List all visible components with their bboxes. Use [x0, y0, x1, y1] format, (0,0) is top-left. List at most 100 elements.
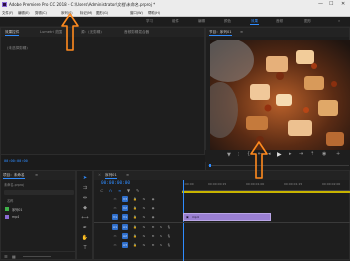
- list-view-icon[interactable]: ☰: [4, 254, 8, 259]
- lock-icon[interactable]: 🔒: [132, 242, 138, 248]
- eye-icon[interactable]: ◉: [150, 196, 156, 202]
- sync-lock-icon[interactable]: ⇆: [141, 242, 147, 248]
- menu-help[interactable]: 帮助(H): [148, 9, 160, 17]
- tab-sequence[interactable]: 序列01: [105, 171, 117, 180]
- icon-view-icon[interactable]: ▦: [12, 254, 16, 259]
- mute-icon[interactable]: M: [150, 224, 156, 230]
- workspace-overflow-button[interactable]: »: [338, 17, 340, 26]
- program-playhead[interactable]: [209, 164, 211, 167]
- close-button[interactable]: ✕: [341, 0, 345, 9]
- step-forward-icon[interactable]: ▸: [289, 151, 292, 157]
- mute-icon[interactable]: M: [150, 242, 156, 248]
- lock-icon[interactable]: 🔒: [132, 214, 138, 220]
- menu-graphics[interactable]: 图形(G): [96, 9, 108, 17]
- add-marker-icon[interactable]: ▼: [127, 188, 130, 193]
- tab-lumetri-scopes[interactable]: Lumetri 范围: [40, 28, 62, 37]
- track-toggle-button[interactable]: ▭: [112, 242, 118, 248]
- mic-icon[interactable]: 🎙: [166, 233, 172, 239]
- slip-tool-icon[interactable]: ⟷: [81, 214, 89, 222]
- pen-tool-icon[interactable]: ✒: [81, 224, 89, 232]
- eye-icon[interactable]: ◉: [150, 205, 156, 211]
- track-toggle-button[interactable]: ▭: [112, 205, 118, 211]
- workspace-effects[interactable]: 效果: [250, 17, 259, 26]
- workspace-audio[interactable]: 音频: [276, 17, 283, 26]
- project-panel-menu-button[interactable]: ≡: [35, 171, 38, 180]
- track-select-tool-icon[interactable]: ⇉: [81, 184, 89, 192]
- list-item[interactable]: mp4: [1, 213, 77, 221]
- snap-icon[interactable]: ∩: [109, 188, 112, 193]
- sync-lock-icon[interactable]: ⇆: [141, 214, 147, 220]
- timeline-menu-button[interactable]: ≡: [126, 171, 129, 180]
- workspace-graphics[interactable]: 图形: [304, 17, 311, 26]
- menu-file[interactable]: 文件(F): [2, 9, 13, 17]
- lock-icon[interactable]: 🔒: [132, 196, 138, 202]
- column-header-name[interactable]: 名称: [7, 198, 13, 203]
- tab-effect-controls[interactable]: 效果控件: [5, 28, 20, 37]
- time-ruler[interactable]: :00:00 00:00:00:15 00:00:01:00 00:00:01:…: [182, 180, 350, 194]
- workspace-editing[interactable]: 编辑: [198, 17, 205, 26]
- project-search-input[interactable]: [4, 190, 74, 195]
- menu-clip[interactable]: 剪辑(C): [35, 9, 47, 17]
- mute-icon[interactable]: M: [150, 233, 156, 239]
- lock-icon[interactable]: 🔒: [132, 233, 138, 239]
- sync-lock-icon[interactable]: ⇆: [141, 233, 147, 239]
- go-to-out-icon[interactable]: ⇥: [299, 151, 303, 157]
- program-scrubber[interactable]: [208, 164, 349, 167]
- track-label-a3[interactable]: A3: [122, 242, 128, 248]
- menu-edit[interactable]: 编辑(E): [18, 9, 30, 17]
- workspace-learning[interactable]: 学习: [146, 17, 153, 26]
- thumbnail-size-slider[interactable]: [23, 256, 51, 257]
- export-frame-icon[interactable]: ◉: [322, 151, 326, 157]
- program-video-frame[interactable]: [210, 40, 350, 154]
- add-button-icon[interactable]: +: [336, 151, 340, 157]
- mic-icon[interactable]: 🎙: [166, 242, 172, 248]
- razor-tool-icon[interactable]: ◆: [81, 204, 89, 212]
- menu-marker[interactable]: 标记(M): [80, 9, 92, 17]
- sync-lock-icon[interactable]: ⇆: [141, 224, 147, 230]
- mic-icon[interactable]: 🎙: [166, 224, 172, 230]
- source-patch-v1[interactable]: V1: [112, 214, 118, 220]
- minimize-button[interactable]: —: [318, 0, 323, 9]
- track-label-a2[interactable]: A2: [122, 233, 128, 239]
- program-panel-menu-button[interactable]: ≡: [240, 28, 243, 37]
- timeline-timecode[interactable]: 00:00:00:00: [101, 181, 130, 186]
- solo-icon[interactable]: S: [158, 242, 164, 248]
- timeline-close-icon[interactable]: ✕: [98, 171, 101, 180]
- play-icon[interactable]: ▶: [277, 151, 282, 158]
- sync-lock-icon[interactable]: ⇆: [141, 205, 147, 211]
- track-toggle-button[interactable]: ▭: [112, 233, 118, 239]
- track-label-a1[interactable]: A1: [122, 224, 128, 230]
- solo-icon[interactable]: S: [158, 224, 164, 230]
- type-tool-icon[interactable]: T: [81, 244, 89, 252]
- sync-lock-icon[interactable]: ⇆: [141, 196, 147, 202]
- solo-icon[interactable]: S: [158, 233, 164, 239]
- track-label-v1[interactable]: V1: [122, 214, 128, 220]
- effect-controls-timecode[interactable]: 00:00:00:00: [4, 159, 28, 163]
- timeline-settings-icon[interactable]: ✎: [136, 188, 139, 193]
- source-patch-a1[interactable]: A1: [112, 224, 118, 230]
- video-clip[interactable]: ▣ mp4: [183, 213, 271, 221]
- nest-icon[interactable]: ⊂: [100, 188, 103, 193]
- track-label-v2[interactable]: V2: [122, 205, 128, 211]
- workspace-assembly[interactable]: 组件: [172, 17, 179, 26]
- track-label-v3[interactable]: V3: [122, 196, 128, 202]
- linked-selection-icon[interactable]: ∞: [118, 188, 121, 193]
- lift-icon[interactable]: ⇡: [310, 151, 314, 157]
- work-area-bar[interactable]: [182, 191, 350, 193]
- tab-project[interactable]: 项目：未命名: [3, 171, 25, 180]
- lock-icon[interactable]: 🔒: [132, 224, 138, 230]
- list-item[interactable]: 序列01: [1, 205, 77, 213]
- menu-window[interactable]: 窗口(W): [130, 9, 143, 17]
- maximize-button[interactable]: ☐: [329, 0, 333, 9]
- eye-icon[interactable]: ◉: [150, 214, 156, 220]
- mark-in-icon[interactable]: ▼: [227, 152, 231, 158]
- ripple-edit-tool-icon[interactable]: ⇹: [81, 194, 89, 202]
- track-toggle-button[interactable]: ▭: [112, 196, 118, 202]
- workspace-color[interactable]: 颜色: [224, 17, 231, 26]
- lock-icon[interactable]: 🔒: [132, 205, 138, 211]
- hand-tool-icon[interactable]: ✋: [81, 234, 89, 242]
- tab-source[interactable]: 源：(无剪辑): [81, 28, 102, 37]
- tab-program[interactable]: 节目：序列01: [209, 28, 232, 37]
- selection-tool-icon[interactable]: ➤: [81, 174, 89, 182]
- mark-out-icon[interactable]: ⫶: [238, 152, 239, 158]
